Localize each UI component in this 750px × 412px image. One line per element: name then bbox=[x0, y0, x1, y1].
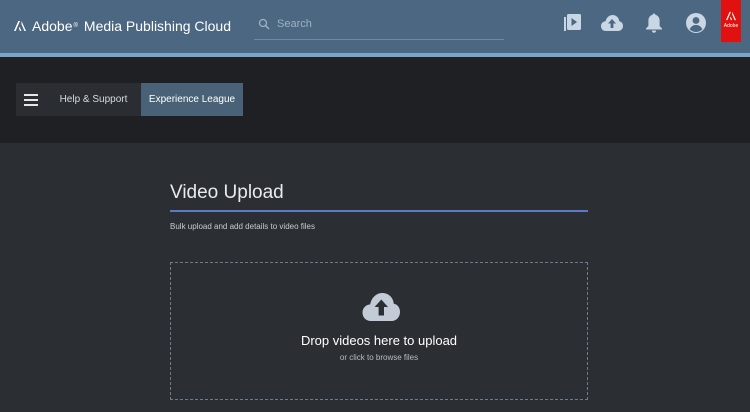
video-library-button[interactable] bbox=[560, 11, 584, 35]
adobe-badge-label: Adobe bbox=[723, 23, 739, 29]
experience-league-button[interactable]: Experience League bbox=[141, 83, 243, 116]
video-dropzone[interactable]: Drop videos here to upload or click to b… bbox=[170, 262, 588, 400]
product-name: Media Publishing Cloud bbox=[83, 18, 231, 34]
user-profile-button[interactable] bbox=[684, 11, 708, 35]
page-title: Video Upload bbox=[170, 182, 284, 203]
upload-cloud-icon bbox=[601, 15, 623, 31]
title-underline bbox=[170, 210, 588, 212]
user-icon bbox=[686, 13, 706, 33]
adobe-badge[interactable]: Adobe bbox=[721, 0, 741, 42]
bell-icon bbox=[646, 13, 662, 33]
dropzone-primary-text: Drop videos here to upload bbox=[300, 333, 458, 348]
upload-cloud-icon bbox=[362, 293, 400, 321]
upload-button[interactable] bbox=[600, 11, 624, 35]
adobe-logo-icon bbox=[14, 21, 26, 31]
page-subtitle: Bulk upload and add details to video fil… bbox=[170, 222, 315, 231]
adobe-logo-icon bbox=[726, 11, 736, 21]
top-header: Adobe ® Media Publishing Cloud Search Ad… bbox=[0, 0, 750, 53]
search-bar[interactable] bbox=[254, 9, 504, 40]
video-library-icon bbox=[564, 14, 581, 31]
hamburger-icon bbox=[24, 93, 38, 106]
search-icon bbox=[258, 18, 270, 30]
search-input[interactable] bbox=[277, 18, 497, 30]
browse-files-link[interactable]: or click to browse files bbox=[171, 353, 587, 362]
help-support-button[interactable]: Help & Support bbox=[46, 83, 141, 116]
registered-mark: ® bbox=[73, 23, 78, 29]
nav-button-group: Help & Support Experience League bbox=[16, 83, 243, 116]
menu-button[interactable] bbox=[16, 83, 46, 116]
app-brand[interactable]: Adobe ® Media Publishing Cloud bbox=[14, 16, 231, 36]
brand-name: Adobe bbox=[32, 18, 73, 34]
notifications-button[interactable] bbox=[642, 11, 666, 35]
